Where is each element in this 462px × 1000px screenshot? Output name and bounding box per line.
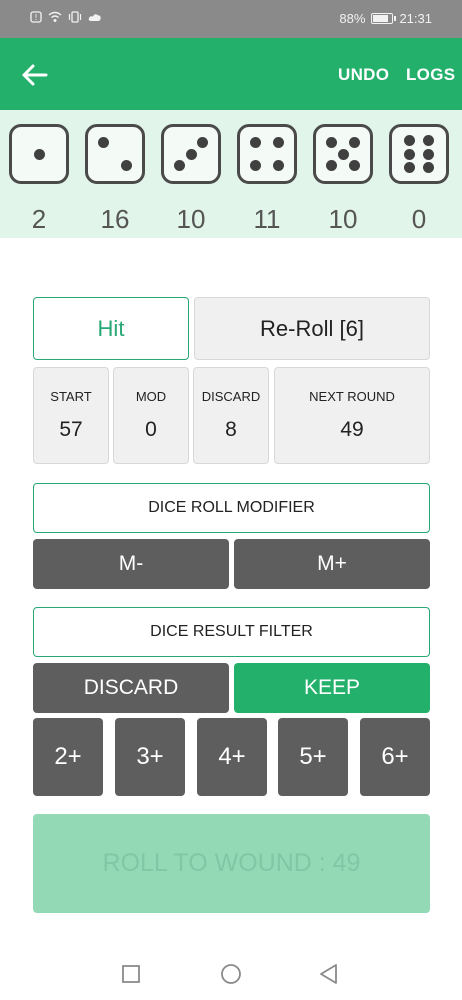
stat-label: MOD	[135, 389, 167, 404]
stat-value: 0	[145, 418, 157, 441]
dice-result-filter-title: DICE RESULT FILTER	[33, 607, 430, 657]
clock: 21:31	[399, 11, 432, 26]
hit-button[interactable]: Hit	[33, 297, 189, 360]
app-bar: UNDO LOGS	[0, 38, 462, 110]
stat-value: 57	[59, 418, 83, 441]
pip	[349, 160, 360, 171]
battery-icon	[371, 13, 397, 24]
die-5-count: 10	[328, 204, 358, 234]
stat-label: START	[50, 389, 92, 404]
arrow-left-icon[interactable]	[18, 58, 52, 92]
status-icons-left: !	[30, 11, 102, 23]
home-circle-icon[interactable]	[219, 962, 243, 986]
pip	[404, 135, 415, 146]
stat-value: 8	[225, 418, 237, 441]
modifier-plus-button[interactable]: M+	[234, 539, 430, 589]
status-icons-right: 88% 21:31	[339, 11, 432, 26]
die-3-count: 10	[176, 204, 206, 234]
threshold-5plus-button[interactable]: 5+	[278, 718, 348, 796]
die-3[interactable]	[161, 124, 221, 184]
back-triangle-icon[interactable]	[317, 962, 341, 986]
pip	[250, 160, 261, 171]
stat-next-round: NEXT ROUND 49	[274, 367, 430, 464]
filter-keep-button[interactable]: KEEP	[234, 663, 430, 713]
die-1-count: 2	[31, 204, 47, 234]
logs-button[interactable]: LOGS	[406, 65, 455, 85]
recents-square-icon[interactable]	[119, 962, 143, 986]
stat-label: DISCARD	[201, 389, 261, 404]
pip	[174, 160, 185, 171]
pip	[273, 137, 284, 148]
threshold-2plus-button[interactable]: 2+	[33, 718, 103, 796]
dice-roll-modifier-title: DICE ROLL MODIFIER	[33, 483, 430, 533]
pip	[349, 137, 360, 148]
pip	[326, 137, 337, 148]
status-bar: ! 88% 21:31	[0, 0, 462, 38]
die-4-count: 11	[253, 204, 281, 234]
threshold-6plus-button[interactable]: 6+	[360, 718, 430, 796]
pip	[273, 160, 284, 171]
pip	[250, 137, 261, 148]
cloud-icon	[88, 14, 101, 21]
stat-value: 49	[340, 418, 364, 441]
system-nav-bar	[0, 944, 462, 1000]
undo-button[interactable]: UNDO	[338, 65, 389, 85]
pip	[197, 137, 208, 148]
dice-panel: 2 16 10 11 10 0	[0, 110, 462, 238]
die-1[interactable]	[9, 124, 69, 184]
reroll-button[interactable]: Re-Roll [6]	[194, 297, 430, 360]
filter-discard-button[interactable]: DISCARD	[33, 663, 229, 713]
modifier-minus-button[interactable]: M-	[33, 539, 229, 589]
pip	[33, 148, 45, 160]
stat-discard: DISCARD 8	[193, 367, 269, 464]
threshold-4plus-button[interactable]: 4+	[197, 718, 267, 796]
pip	[337, 148, 349, 160]
threshold-3plus-button[interactable]: 3+	[115, 718, 185, 796]
pip	[121, 160, 132, 171]
die-6[interactable]	[389, 124, 449, 184]
vibrate-icon	[68, 11, 82, 23]
pip	[423, 135, 434, 146]
pip	[185, 148, 197, 160]
pip	[423, 148, 434, 160]
pip	[404, 162, 415, 173]
wifi-icon	[48, 11, 62, 22]
pip	[326, 160, 337, 171]
stat-start: START 57	[33, 367, 109, 464]
roll-to-wound-button[interactable]: ROLL TO WOUND : 49	[33, 814, 430, 913]
svg-text:!: !	[34, 13, 37, 22]
pip	[98, 137, 109, 148]
pip	[404, 148, 415, 160]
die-2[interactable]	[85, 124, 145, 184]
notification-icon: !	[30, 11, 42, 23]
die-5[interactable]	[313, 124, 373, 184]
battery-percent: 88%	[339, 11, 366, 26]
stat-mod: MOD 0	[113, 367, 189, 464]
pip	[423, 162, 434, 173]
die-2-count: 16	[100, 204, 130, 234]
die-6-count: 0	[411, 204, 427, 234]
die-4[interactable]	[237, 124, 297, 184]
stat-label: NEXT ROUND	[309, 389, 395, 404]
